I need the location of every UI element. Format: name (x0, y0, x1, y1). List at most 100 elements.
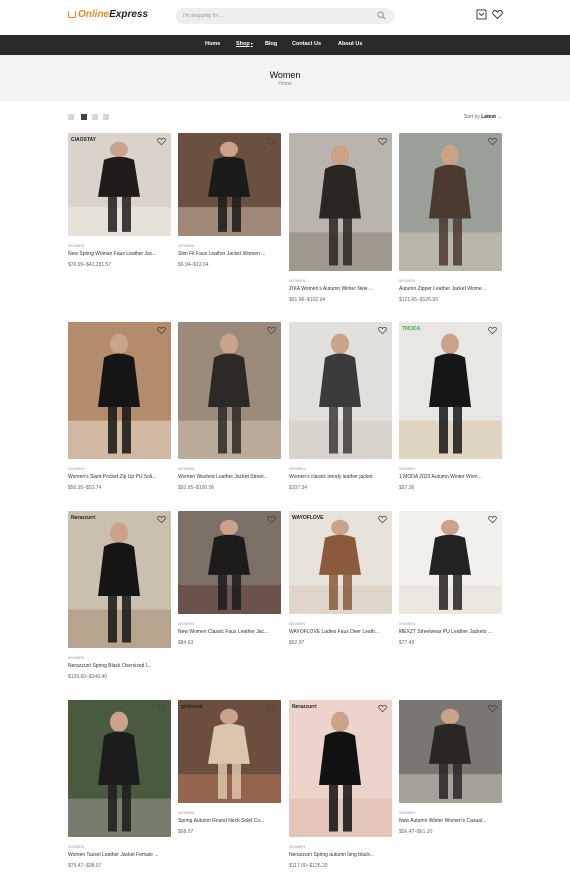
logo-text-online: Online (78, 9, 110, 20)
product-image[interactable] (68, 700, 171, 837)
wishlist-heart-icon[interactable] (378, 515, 387, 524)
product-photo (178, 700, 281, 803)
sort-value: Latest (481, 114, 496, 120)
account-icon[interactable] (476, 9, 487, 20)
product-category[interactable]: WOMEN (68, 844, 84, 849)
product-title[interactable]: Autumn Zipper Leather Jacket Wome... (399, 286, 502, 292)
product-photo (68, 133, 171, 236)
product-image[interactable] (178, 133, 281, 236)
product-category[interactable]: WOMEN (289, 466, 305, 471)
grid-view-3-icon[interactable] (81, 114, 87, 120)
product-title[interactable]: Spring Autumn Round Neck Solid Co... (178, 818, 281, 824)
product-category[interactable]: WOMEN (68, 466, 84, 471)
nav-contact-us[interactable]: Contact Us (292, 41, 321, 47)
wishlist-heart-icon[interactable] (157, 704, 166, 713)
product-title[interactable]: Women's classic trendy leather jacket (289, 474, 392, 480)
product-price: $117.00–$126.20 (289, 863, 328, 869)
search-bar (176, 8, 394, 24)
product-title[interactable]: New Women Classic Faux Leather Jac... (178, 629, 281, 635)
wishlist-heart-icon[interactable] (157, 326, 166, 335)
wishlist-heart-icon[interactable] (378, 704, 387, 713)
wishlist-heart-icon[interactable] (488, 704, 497, 713)
product-price: $84.63 (178, 640, 194, 646)
product-category[interactable]: WOMEN (399, 621, 415, 626)
brand-watermark: WAYOFLOVE (292, 515, 324, 521)
product-category[interactable]: WOMEN (68, 655, 84, 660)
list-view-icon[interactable] (103, 114, 109, 120)
nav-blog[interactable]: Blog (265, 41, 277, 47)
product-title[interactable]: MEXZT Streetwear PU Leather Jackets ... (399, 629, 502, 635)
product-category[interactable]: WOMEN (178, 466, 194, 471)
wishlist-heart-icon[interactable] (267, 137, 276, 146)
product-title[interactable]: Women's Slant Pocket Zip Up PU Soli... (68, 474, 171, 480)
product-title[interactable]: ZIKA Women's Autumn Winter New ... (289, 286, 392, 292)
product-image[interactable] (289, 700, 392, 837)
product-price: $129.60–$140.40 (68, 674, 107, 680)
product-image[interactable] (178, 322, 281, 459)
product-photo (399, 133, 502, 271)
product-image[interactable] (289, 511, 392, 614)
product-title[interactable]: 1 MODA 2023 Autumn Winter Wom... (399, 474, 502, 480)
sort-dropdown[interactable]: Sort by Latest ⌄ (464, 114, 502, 120)
product-image[interactable] (399, 133, 502, 271)
wishlist-heart-icon[interactable] (488, 515, 497, 524)
product-category[interactable]: WOMEN (289, 278, 305, 283)
product-image[interactable] (399, 511, 502, 614)
wishlist-heart-icon[interactable] (267, 326, 276, 335)
wishlist-heart-icon[interactable] (488, 137, 497, 146)
main-nav: Home Shop▾ Blog Contact Us About Us (0, 35, 570, 55)
product-category[interactable]: WOMEN (178, 810, 194, 815)
product-image[interactable] (68, 322, 171, 459)
grid-view-2-icon[interactable] (68, 114, 74, 120)
product-title[interactable]: WAYOFLOVE Ladies Faux Deer Leath... (289, 629, 392, 635)
nav-home[interactable]: Home (205, 41, 220, 47)
product-category[interactable]: WOMEN (178, 621, 194, 626)
product-photo (178, 133, 281, 236)
product-price: $56.47–$61.30 (399, 829, 433, 835)
nav-shop[interactable]: Shop▾ (236, 41, 253, 47)
wishlist-heart-icon[interactable] (378, 326, 387, 335)
search-icon[interactable] (377, 11, 386, 20)
product-title[interactable]: Nerazzurri Spring autumn long black... (289, 852, 392, 858)
product-price: $121.65–$126.93 (399, 297, 438, 303)
wishlist-heart-icon[interactable] (157, 515, 166, 524)
nav-about-us[interactable]: About Us (338, 41, 362, 47)
wishlist-heart-icon[interactable] (488, 326, 497, 335)
product-category[interactable]: WOMEN (399, 466, 415, 471)
product-category[interactable]: WOMEN (289, 844, 305, 849)
wishlist-heart-icon[interactable] (157, 137, 166, 146)
product-title[interactable]: Slim Fit Faux Leather Jacket Women ... (178, 251, 281, 257)
wishlist-heart-icon[interactable] (267, 704, 276, 713)
product-image[interactable] (68, 511, 171, 648)
product-category[interactable]: WOMEN (399, 810, 415, 815)
product-image[interactable] (289, 322, 392, 459)
product-image[interactable] (68, 133, 171, 236)
search-input[interactable] (183, 10, 373, 22)
product-image[interactable] (178, 700, 281, 803)
product-title[interactable]: New Autumn Winter Women's Casual... (399, 818, 502, 824)
product-price: $91.96–$102.94 (289, 297, 326, 303)
product-category[interactable]: WOMEN (178, 243, 194, 248)
site-logo[interactable]: Online Express (68, 9, 148, 20)
product-category[interactable]: WOMEN (68, 243, 84, 248)
product-image[interactable] (178, 511, 281, 614)
wishlist-heart-icon[interactable] (378, 137, 387, 146)
product-image[interactable] (399, 322, 502, 459)
product-price: $50.35–$53.74 (68, 485, 102, 491)
wishlist-icon[interactable] (492, 9, 503, 20)
product-category[interactable]: WOMEN (289, 621, 305, 626)
product-title[interactable]: New Spring Woman Faux Leather Jac... (68, 251, 171, 257)
product-image[interactable] (289, 133, 392, 271)
product-price: $107.34 (289, 485, 308, 491)
logo-text-express: Express (109, 9, 149, 20)
product-photo (399, 511, 502, 614)
chevron-down-icon: ⌄ (497, 114, 502, 120)
breadcrumb[interactable]: Home (0, 81, 570, 87)
product-title[interactable]: Nerazzurri Spring Black Oversized l... (68, 663, 171, 669)
wishlist-heart-icon[interactable] (267, 515, 276, 524)
product-title[interactable]: Women Tassel Leather Jacket Female ... (68, 852, 171, 858)
product-category[interactable]: WOMEN (399, 278, 415, 283)
product-image[interactable] (399, 700, 502, 803)
grid-view-4-icon[interactable] (92, 114, 98, 120)
product-title[interactable]: Women Washed Leather Jacket Street... (178, 474, 281, 480)
